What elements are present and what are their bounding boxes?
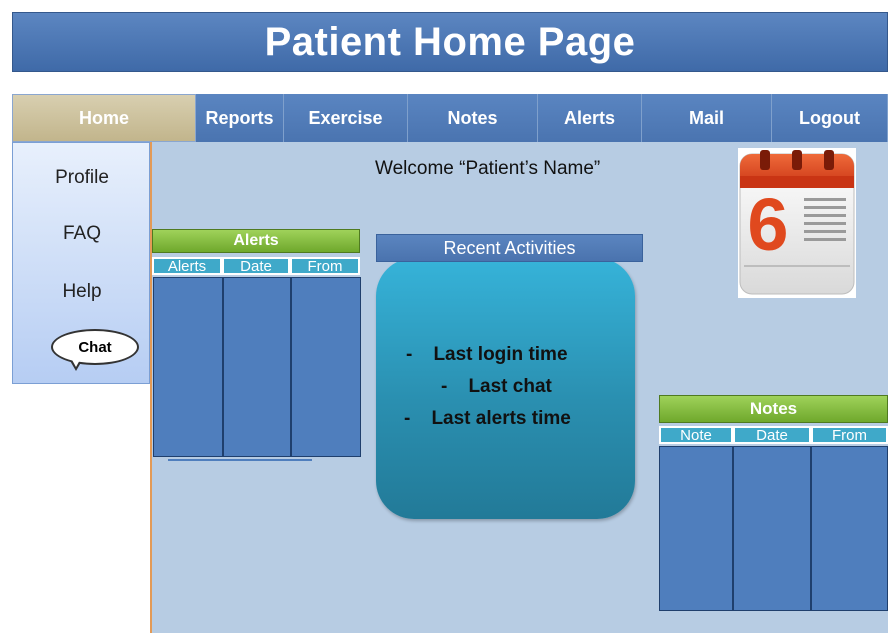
nav-exercise[interactable]: Exercise — [284, 94, 408, 142]
recent-activities-header: Recent Activities — [376, 234, 643, 262]
notes-column-headers: Note Date From — [659, 426, 888, 444]
page-title-bar: Patient Home Page — [12, 12, 888, 72]
notes-from-column — [812, 447, 887, 610]
notes-col-from[interactable]: From — [811, 426, 888, 444]
nav-logout[interactable]: Logout — [772, 94, 888, 142]
page-title: Patient Home Page — [264, 19, 636, 64]
sidebar-item-help[interactable]: Help — [13, 281, 151, 303]
alerts-col-from[interactable]: From — [290, 257, 360, 275]
welcome-message: Welcome “Patient’s Name” — [375, 158, 601, 179]
note-column — [660, 447, 734, 610]
alerts-panel-header: Alerts — [152, 229, 360, 253]
top-navigation: Home Reports Exercise Notes Alerts Mail … — [12, 94, 888, 142]
notes-table-body — [659, 446, 888, 611]
nav-notes[interactable]: Notes — [408, 94, 538, 142]
sidebar: Profile FAQ Help Chat — [12, 142, 150, 384]
alerts-column-headers: Alerts Date From — [152, 257, 360, 275]
notes-panel-title: Notes — [749, 399, 798, 418]
calendar-graphic: 6 — [739, 150, 855, 295]
alerts-panel-title: Alerts — [233, 232, 279, 249]
chat-label: Chat — [78, 338, 112, 356]
calendar-icon[interactable]: 6 — [738, 148, 856, 298]
notes-date-column — [734, 447, 812, 610]
sidebar-item-profile[interactable]: Profile — [13, 167, 151, 189]
activity-last-login: - Last login time — [406, 344, 568, 365]
nav-mail[interactable]: Mail — [642, 94, 772, 142]
calendar-day: 6 — [747, 183, 788, 266]
alerts-column — [154, 278, 224, 456]
date-column — [224, 278, 292, 456]
recent-activities-title: Recent Activities — [443, 237, 576, 258]
sidebar-item-faq[interactable]: FAQ — [13, 223, 151, 245]
alerts-table-underline — [168, 459, 312, 461]
alerts-table-body — [153, 277, 361, 457]
alerts-col-date[interactable]: Date — [222, 257, 290, 275]
nav-alerts[interactable]: Alerts — [538, 94, 642, 142]
nav-home[interactable]: Home — [12, 94, 196, 142]
notes-panel-header: Notes — [659, 395, 888, 423]
chat-bubble-tail-fill — [71, 358, 81, 367]
alerts-col-alerts[interactable]: Alerts — [152, 257, 222, 275]
notes-col-date[interactable]: Date — [733, 426, 811, 444]
from-column — [292, 278, 360, 456]
chat-button[interactable]: Chat — [51, 329, 139, 365]
notes-col-note[interactable]: Note — [659, 426, 733, 444]
activity-last-alerts: - Last alerts time — [404, 408, 571, 429]
activity-last-chat: - Last chat — [441, 376, 552, 397]
nav-reports[interactable]: Reports — [196, 94, 284, 142]
